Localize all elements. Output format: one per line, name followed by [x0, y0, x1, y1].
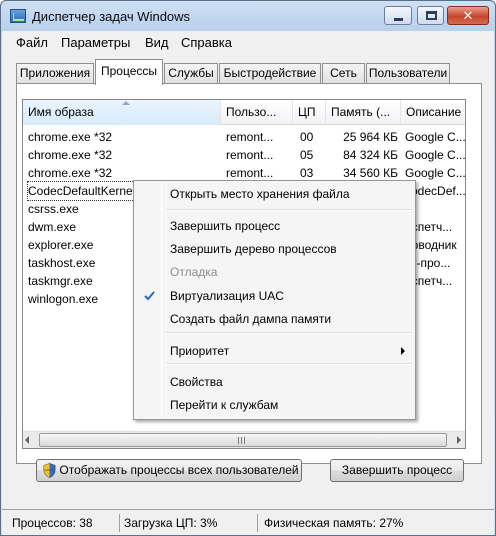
ctx-end-process-tree[interactable]: Завершить дерево процессов: [136, 238, 413, 260]
cell-cpu: 05: [300, 148, 314, 162]
scrollbar-thumb[interactable]: [39, 433, 447, 447]
status-bar: Процессов: 38 Загрузка ЦП: 3% Физическая…: [2, 509, 494, 535]
task-manager-app-icon: [10, 9, 26, 23]
window-title: Диспетчер задач Windows: [32, 9, 191, 24]
context-menu-item-label: Создать файл дампа памяти: [170, 312, 332, 326]
context-menu-item-label: Свойства: [170, 375, 223, 389]
process-context-menu: Открыть место хранения файла Завершить пр…: [133, 180, 416, 420]
cell-description: Google C...: [405, 130, 466, 144]
status-process-count: Процессов: 38: [8, 514, 120, 532]
submenu-arrow-icon: [401, 347, 405, 355]
context-menu-item-label: Виртуализация UAC: [170, 289, 284, 303]
ctx-end-process[interactable]: Завершить процесс: [136, 215, 413, 237]
column-header-row: Имя образа Пользо... ЦП Память (... Опис…: [23, 100, 465, 125]
show-all-users-label: Отображать процессы всех пользователей: [59, 463, 299, 477]
menu-help[interactable]: Справка: [181, 35, 232, 50]
column-header-cpu[interactable]: ЦП: [293, 100, 326, 125]
ctx-priority[interactable]: Приоритет: [136, 340, 413, 362]
column-header-memory[interactable]: Память (...: [326, 100, 401, 125]
ctx-create-dump-file[interactable]: Создать файл дампа памяти: [136, 308, 413, 330]
tab-performance[interactable]: Быстродействие: [219, 63, 321, 83]
check-icon: [144, 291, 155, 301]
table-row[interactable]: chrome.exe *32 remont... 00 25 964 КБ Google…: [23, 128, 466, 146]
context-menu-separator: [166, 363, 412, 365]
table-row[interactable]: chrome.exe *32 remont... 05 84 324 КБ Google…: [23, 146, 466, 164]
column-header-image-name[interactable]: Имя образа: [23, 100, 221, 125]
ctx-uac-virtualization[interactable]: Виртуализация UAC: [136, 285, 413, 307]
uac-shield-icon: [43, 463, 56, 478]
context-menu-item-label: Завершить процесс: [170, 219, 281, 233]
close-icon: ✕: [462, 8, 474, 23]
tab-services[interactable]: Службы: [164, 63, 218, 83]
context-menu-item-label: Перейти к службам: [170, 398, 279, 412]
cell-user: remont...: [226, 130, 274, 144]
menu-file[interactable]: Файл: [16, 35, 48, 50]
cell-image-name: chrome.exe *32: [28, 148, 113, 162]
sort-ascending-icon: [122, 101, 130, 105]
ctx-properties[interactable]: Свойства: [136, 371, 413, 393]
menu-view[interactable]: Вид: [145, 35, 169, 50]
cell-memory: 25 964 КБ: [343, 130, 398, 144]
show-all-users-processes-button[interactable]: Отображать процессы всех пользователей: [36, 459, 302, 482]
column-header-description[interactable]: Описание: [401, 100, 465, 125]
tab-processes[interactable]: Процессы: [95, 59, 163, 85]
cell-memory: 84 324 КБ: [343, 148, 398, 162]
status-cpu-usage: Загрузка ЦП: 3%: [120, 514, 258, 532]
title-bar[interactable]: Диспетчер задач Windows ✕: [1, 1, 495, 31]
horizontal-scrollbar[interactable]: [23, 431, 465, 448]
context-menu-item-label: Завершить дерево процессов: [170, 242, 337, 256]
close-button[interactable]: ✕: [447, 6, 489, 25]
context-menu-separator: [166, 209, 412, 211]
cell-user: remont...: [226, 148, 274, 162]
column-header-label: Имя образа: [28, 105, 94, 119]
minimize-button[interactable]: [384, 6, 412, 25]
scroll-left-arrow-icon[interactable]: [25, 436, 29, 444]
maximize-icon: [426, 11, 437, 20]
cell-cpu: 00: [300, 130, 314, 144]
maximize-button[interactable]: [417, 6, 444, 25]
scroll-right-arrow-icon[interactable]: [457, 436, 461, 444]
tab-applications[interactable]: Приложения: [16, 63, 94, 83]
context-menu-item-label: Открыть место хранения файла: [170, 187, 350, 201]
context-menu-separator: [166, 332, 412, 334]
context-menu-item-label: Приоритет: [170, 344, 230, 358]
tab-network[interactable]: Сеть: [322, 63, 365, 83]
menu-options[interactable]: Параметры: [61, 35, 130, 50]
tab-users[interactable]: Пользователи: [366, 63, 450, 83]
end-process-button[interactable]: Завершить процесс: [330, 459, 464, 482]
cell-description: Google C...: [405, 148, 466, 162]
ctx-open-file-location[interactable]: Открыть место хранения файла: [136, 183, 413, 205]
menu-bar: Файл Параметры Вид Справка: [2, 31, 494, 53]
scrollbar-grip-icon: [238, 437, 247, 444]
column-header-user[interactable]: Пользо...: [221, 100, 293, 125]
ctx-go-to-services[interactable]: Перейти к службам: [136, 394, 413, 416]
context-menu-item-label: Отладка: [170, 265, 218, 279]
status-physical-memory: Физическая память: 27%: [264, 516, 404, 530]
ctx-debug: Отладка: [136, 261, 413, 283]
minimize-icon: [394, 18, 403, 21]
cell-image-name: chrome.exe *32: [28, 130, 113, 144]
